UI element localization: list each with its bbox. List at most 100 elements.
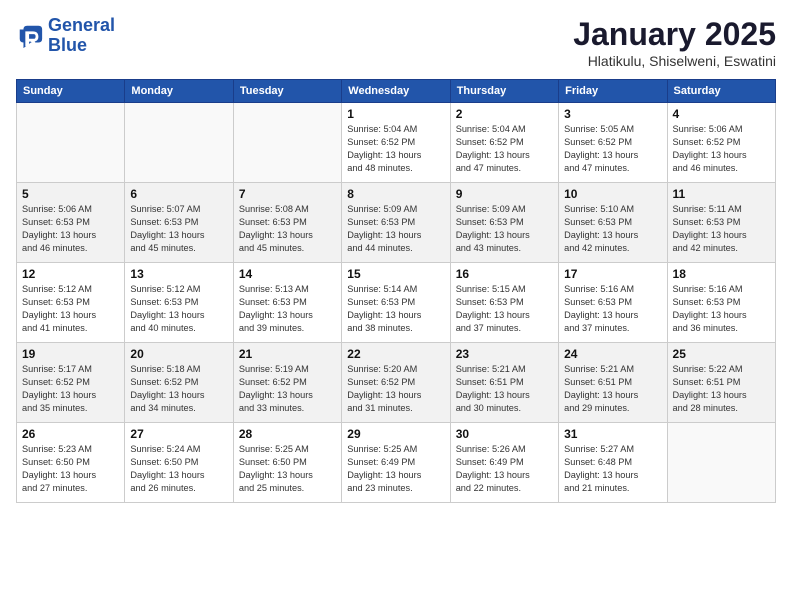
day-info: Sunrise: 5:16 AM Sunset: 6:53 PM Dayligh… (564, 283, 661, 335)
table-cell: 20 Sunrise: 5:18 AM Sunset: 6:52 PM Dayli… (125, 343, 233, 423)
day-info: Sunrise: 5:12 AM Sunset: 6:53 PM Dayligh… (130, 283, 227, 335)
weekday-header-row: Sunday Monday Tuesday Wednesday Thursday… (17, 80, 776, 103)
day-info: Sunrise: 5:09 AM Sunset: 6:53 PM Dayligh… (347, 203, 444, 255)
table-cell: 12 Sunrise: 5:12 AM Sunset: 6:53 PM Dayli… (17, 263, 125, 343)
day-info: Sunrise: 5:23 AM Sunset: 6:50 PM Dayligh… (22, 443, 119, 495)
table-cell: 17 Sunrise: 5:16 AM Sunset: 6:53 PM Dayli… (559, 263, 667, 343)
table-cell: 14 Sunrise: 5:13 AM Sunset: 6:53 PM Dayli… (233, 263, 341, 343)
day-info: Sunrise: 5:08 AM Sunset: 6:53 PM Dayligh… (239, 203, 336, 255)
day-number: 23 (456, 347, 553, 361)
day-number: 18 (673, 267, 770, 281)
page-header: General Blue January 2025 Hlatikulu, Shi… (16, 16, 776, 69)
day-info: Sunrise: 5:12 AM Sunset: 6:53 PM Dayligh… (22, 283, 119, 335)
day-number: 8 (347, 187, 444, 201)
table-cell: 13Sunrise: 5:12 AM Sunset: 6:53 PM Dayli… (125, 263, 233, 343)
calendar-title: January 2025 (573, 16, 776, 53)
day-number: 20 (130, 347, 227, 361)
day-info: Sunrise: 5:13 AM Sunset: 6:53 PM Dayligh… (239, 283, 336, 335)
week-row-2: 5Sunrise: 5:06 AM Sunset: 6:53 PM Daylig… (17, 183, 776, 263)
table-cell: 23 Sunrise: 5:21 AM Sunset: 6:51 PM Dayli… (450, 343, 558, 423)
header-friday: Friday (559, 80, 667, 103)
day-info: Sunrise: 5:19 AM Sunset: 6:52 PM Dayligh… (239, 363, 336, 415)
day-number: 6 (130, 187, 227, 201)
header-wednesday: Wednesday (342, 80, 450, 103)
day-info: Sunrise: 5:07 AM Sunset: 6:53 PM Dayligh… (130, 203, 227, 255)
day-number: 17 (564, 267, 661, 281)
day-info: Sunrise: 5:18 AM Sunset: 6:52 PM Dayligh… (130, 363, 227, 415)
day-number: 10 (564, 187, 661, 201)
table-cell (17, 103, 125, 183)
logo-line2: Blue (48, 35, 87, 55)
day-number: 19 (22, 347, 119, 361)
day-info: Sunrise: 5:06 AM Sunset: 6:52 PM Dayligh… (673, 123, 770, 175)
day-info: Sunrise: 5:21 AM Sunset: 6:51 PM Dayligh… (456, 363, 553, 415)
day-number: 12 (22, 267, 119, 281)
calendar-table: Sunday Monday Tuesday Wednesday Thursday… (16, 79, 776, 503)
day-info: Sunrise: 5:09 AM Sunset: 6:53 PM Dayligh… (456, 203, 553, 255)
day-info: Sunrise: 5:10 AM Sunset: 6:53 PM Dayligh… (564, 203, 661, 255)
day-info: Sunrise: 5:21 AM Sunset: 6:51 PM Dayligh… (564, 363, 661, 415)
day-number: 30 (456, 427, 553, 441)
day-number: 24 (564, 347, 661, 361)
table-cell: 6 Sunrise: 5:07 AM Sunset: 6:53 PM Daylig… (125, 183, 233, 263)
day-info: Sunrise: 5:16 AM Sunset: 6:53 PM Dayligh… (673, 283, 770, 335)
day-info: Sunrise: 5:05 AM Sunset: 6:52 PM Dayligh… (564, 123, 661, 175)
day-number: 9 (456, 187, 553, 201)
day-info: Sunrise: 5:22 AM Sunset: 6:51 PM Dayligh… (673, 363, 770, 415)
table-cell: 11Sunrise: 5:11 AM Sunset: 6:53 PM Dayli… (667, 183, 775, 263)
day-number: 7 (239, 187, 336, 201)
day-number: 14 (239, 267, 336, 281)
logo-icon (16, 22, 44, 50)
table-cell: 28Sunrise: 5:25 AM Sunset: 6:50 PM Dayli… (233, 423, 341, 503)
table-cell: 2Sunrise: 5:04 AM Sunset: 6:52 PM Daylig… (450, 103, 558, 183)
table-cell: 19Sunrise: 5:17 AM Sunset: 6:52 PM Dayli… (17, 343, 125, 423)
day-number: 16 (456, 267, 553, 281)
day-number: 3 (564, 107, 661, 121)
day-info: Sunrise: 5:04 AM Sunset: 6:52 PM Dayligh… (347, 123, 444, 175)
table-cell: 9 Sunrise: 5:09 AM Sunset: 6:53 PM Daylig… (450, 183, 558, 263)
header-monday: Monday (125, 80, 233, 103)
table-cell: 22 Sunrise: 5:20 AM Sunset: 6:52 PM Dayli… (342, 343, 450, 423)
day-number: 5 (22, 187, 119, 201)
table-cell: 29Sunrise: 5:25 AM Sunset: 6:49 PM Dayli… (342, 423, 450, 503)
table-cell: 25Sunrise: 5:22 AM Sunset: 6:51 PM Dayli… (667, 343, 775, 423)
day-info: Sunrise: 5:14 AM Sunset: 6:53 PM Dayligh… (347, 283, 444, 335)
table-cell: 3 Sunrise: 5:05 AM Sunset: 6:52 PM Daylig… (559, 103, 667, 183)
week-row-5: 26Sunrise: 5:23 AM Sunset: 6:50 PM Dayli… (17, 423, 776, 503)
day-number: 21 (239, 347, 336, 361)
table-cell: 27 Sunrise: 5:24 AM Sunset: 6:50 PM Dayli… (125, 423, 233, 503)
table-cell: 5Sunrise: 5:06 AM Sunset: 6:53 PM Daylig… (17, 183, 125, 263)
day-info: Sunrise: 5:20 AM Sunset: 6:52 PM Dayligh… (347, 363, 444, 415)
day-number: 27 (130, 427, 227, 441)
title-block: January 2025 Hlatikulu, Shiselweni, Eswa… (573, 16, 776, 69)
header-tuesday: Tuesday (233, 80, 341, 103)
day-info: Sunrise: 5:26 AM Sunset: 6:49 PM Dayligh… (456, 443, 553, 495)
table-cell (233, 103, 341, 183)
table-cell: 8 Sunrise: 5:09 AM Sunset: 6:53 PM Daylig… (342, 183, 450, 263)
day-info: Sunrise: 5:27 AM Sunset: 6:48 PM Dayligh… (564, 443, 661, 495)
table-cell (125, 103, 233, 183)
table-cell: 15 Sunrise: 5:14 AM Sunset: 6:53 PM Dayli… (342, 263, 450, 343)
day-info: Sunrise: 5:24 AM Sunset: 6:50 PM Dayligh… (130, 443, 227, 495)
table-cell (667, 423, 775, 503)
day-number: 22 (347, 347, 444, 361)
header-sunday: Sunday (17, 80, 125, 103)
day-number: 1 (347, 107, 444, 121)
day-number: 15 (347, 267, 444, 281)
day-info: Sunrise: 5:15 AM Sunset: 6:53 PM Dayligh… (456, 283, 553, 335)
day-info: Sunrise: 5:25 AM Sunset: 6:50 PM Dayligh… (239, 443, 336, 495)
header-thursday: Thursday (450, 80, 558, 103)
week-row-1: 1 Sunrise: 5:04 AM Sunset: 6:52 PM Daylig… (17, 103, 776, 183)
table-cell: 31Sunrise: 5:27 AM Sunset: 6:48 PM Dayli… (559, 423, 667, 503)
day-info: Sunrise: 5:25 AM Sunset: 6:49 PM Dayligh… (347, 443, 444, 495)
table-cell: 30 Sunrise: 5:26 AM Sunset: 6:49 PM Dayli… (450, 423, 558, 503)
table-cell: 21 Sunrise: 5:19 AM Sunset: 6:52 PM Dayli… (233, 343, 341, 423)
table-cell: 16 Sunrise: 5:15 AM Sunset: 6:53 PM Dayli… (450, 263, 558, 343)
logo-text-block: General Blue (48, 16, 115, 56)
week-row-4: 19Sunrise: 5:17 AM Sunset: 6:52 PM Dayli… (17, 343, 776, 423)
calendar-subtitle: Hlatikulu, Shiselweni, Eswatini (573, 53, 776, 69)
logo: General Blue (16, 16, 115, 56)
day-number: 4 (673, 107, 770, 121)
table-cell: 24 Sunrise: 5:21 AM Sunset: 6:51 PM Dayli… (559, 343, 667, 423)
logo-line1: General (48, 15, 115, 35)
